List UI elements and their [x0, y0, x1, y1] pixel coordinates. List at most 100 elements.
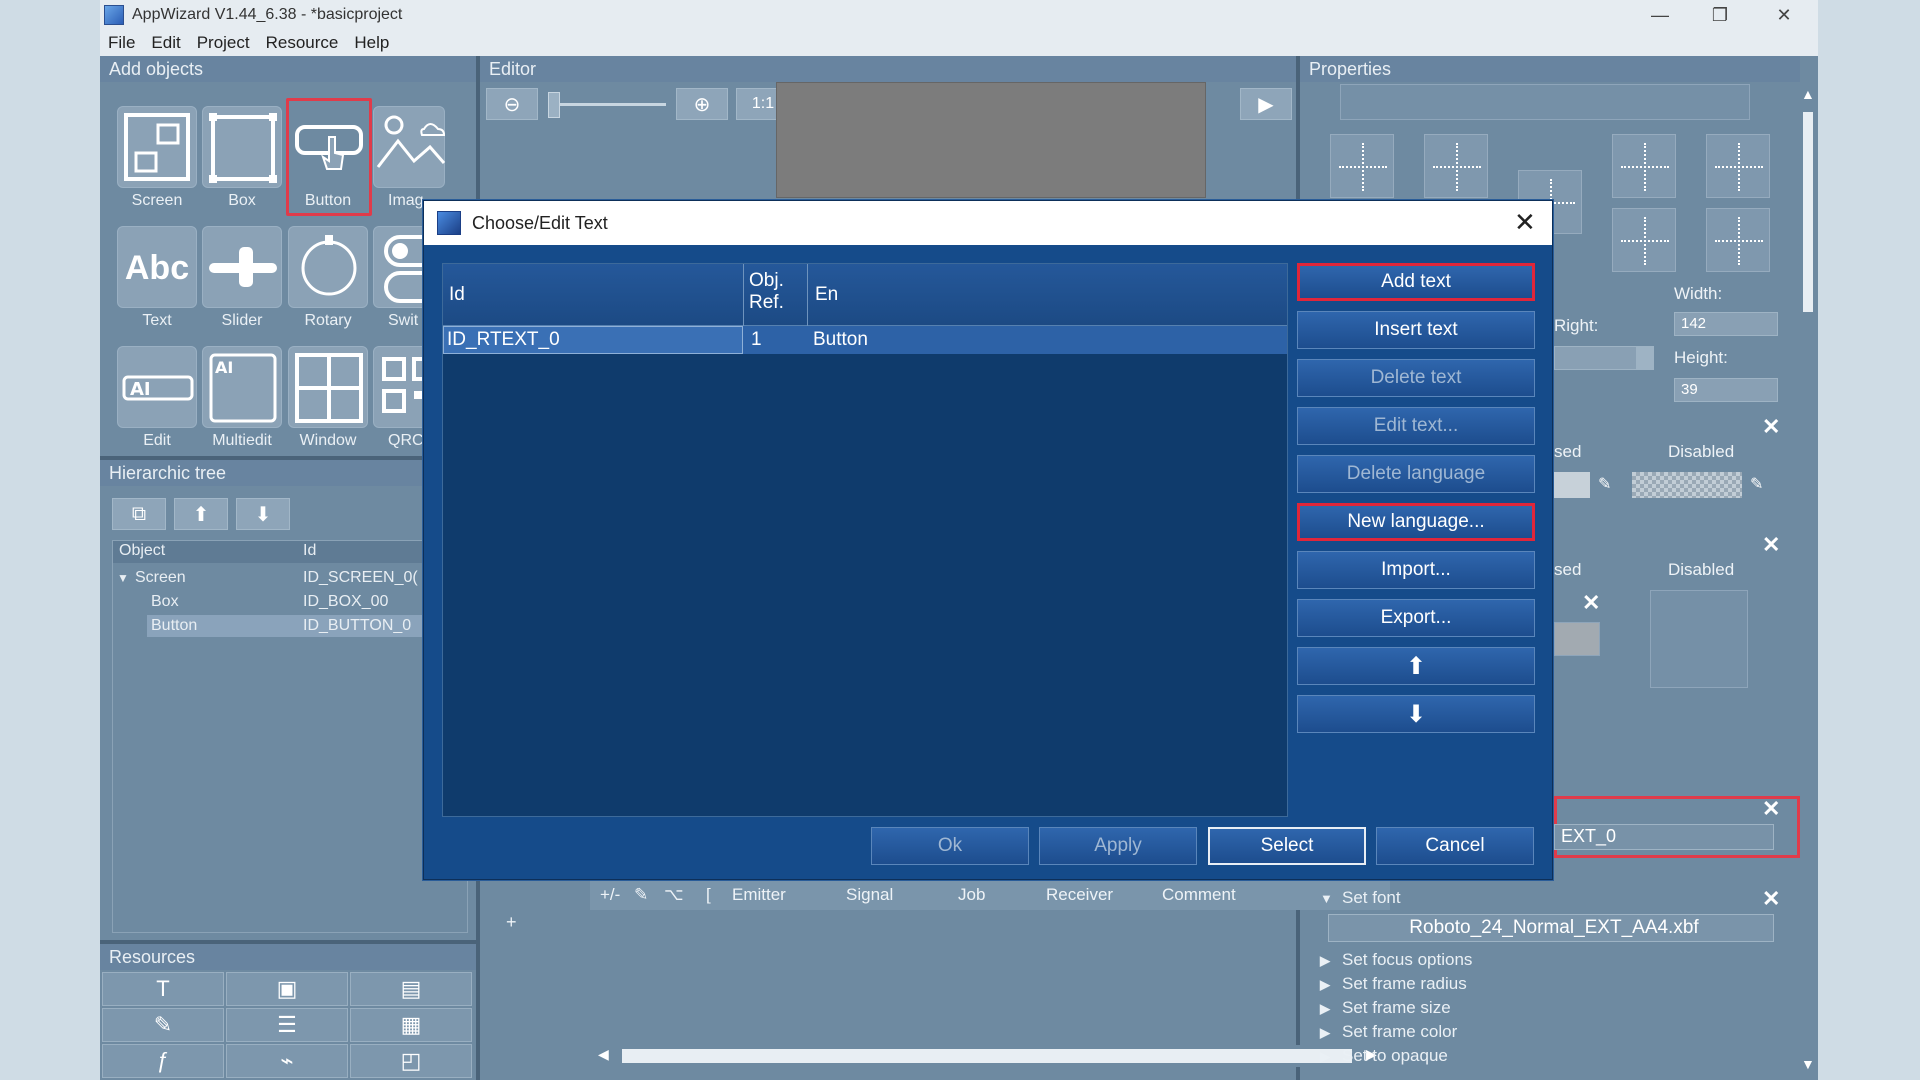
edit-object-tile[interactable]: AI	[117, 346, 197, 428]
cell-objref[interactable]: 1	[751, 329, 762, 351]
horizontal-scrollbar[interactable]: ◀ ▶	[596, 1045, 1386, 1067]
close-window-button[interactable]: ✕	[1754, 0, 1814, 30]
properties-scrollbar[interactable]: ▲ ▼	[1800, 86, 1816, 1080]
edit-text-button[interactable]: Edit text...	[1297, 407, 1535, 445]
delete-language-button[interactable]: Delete language	[1297, 455, 1535, 493]
export-button[interactable]: Export...	[1297, 599, 1535, 637]
align-left-icon[interactable]	[1424, 134, 1488, 198]
restore-button[interactable]: ❐	[1690, 0, 1750, 30]
scroll-left-icon[interactable]: ◀	[598, 1046, 609, 1063]
text-resource-button[interactable]: ✎	[102, 1008, 224, 1042]
expand-triangle-icon[interactable]: ▼	[117, 571, 129, 585]
screen-object-tile[interactable]	[117, 106, 197, 188]
align-bottom-icon[interactable]	[1706, 134, 1770, 198]
text-id-input[interactable]: EXT_0	[1554, 824, 1774, 850]
set-font-section[interactable]: ▼ Set font	[1320, 888, 1401, 908]
eyedropper-icon[interactable]: ✎	[1750, 474, 1763, 494]
menu-project[interactable]: Project	[197, 30, 250, 56]
insert-text-button[interactable]: Insert text	[1297, 311, 1535, 349]
duplicate-button[interactable]: ⧉	[112, 498, 166, 530]
collapsed-property[interactable]: ▶ Set focus options	[1320, 950, 1472, 970]
right-input[interactable]	[1554, 346, 1654, 370]
play-button[interactable]: ▶	[1240, 88, 1292, 120]
zoom-slider[interactable]	[548, 103, 666, 106]
height-input[interactable]: 39	[1674, 378, 1778, 402]
column-separator	[743, 264, 744, 326]
remove-image-icon[interactable]: ✕	[1582, 590, 1600, 616]
images-resource-button[interactable]: ▣	[226, 972, 348, 1006]
add-interaction-button[interactable]: +	[506, 912, 517, 933]
scroll-thumb[interactable]	[1803, 112, 1813, 312]
cell-en[interactable]: Button	[813, 329, 868, 351]
cancel-button[interactable]: Cancel	[1376, 827, 1534, 865]
branch-icon[interactable]: ⌥	[664, 885, 684, 905]
apply-button[interactable]: Apply	[1039, 827, 1197, 865]
remove-property-icon[interactable]: ✕	[1762, 796, 1780, 822]
movies-resource-button[interactable]: ▤	[350, 972, 472, 1006]
zoom-in-button[interactable]: ⊕	[676, 88, 728, 120]
align-fill-icon[interactable]	[1706, 208, 1770, 272]
edit-pencil-icon[interactable]: ✎	[634, 885, 648, 905]
minimize-button[interactable]: —	[1630, 0, 1690, 30]
move-up-button[interactable]: ⬆	[174, 498, 228, 530]
scroll-thumb[interactable]	[622, 1049, 1352, 1063]
plusminus-button[interactable]: +/-	[600, 885, 620, 905]
tree-row-object[interactable]: Box	[151, 593, 179, 611]
image-preview[interactable]	[1554, 622, 1600, 656]
collapsed-property[interactable]: ▶ Set frame size	[1320, 998, 1451, 1018]
menu-help[interactable]: Help	[354, 30, 389, 56]
zoom-out-button[interactable]: ⊖	[486, 88, 538, 120]
menu-edit[interactable]: Edit	[151, 30, 180, 56]
font-value-field[interactable]: Roboto_24_Normal_EXT_AA4.xbf	[1328, 914, 1774, 942]
tree-row-object[interactable]: Screen	[135, 569, 186, 587]
zoom-slider-handle[interactable]	[548, 92, 560, 118]
menu-resource[interactable]: Resource	[266, 30, 339, 56]
shapes-resource-button[interactable]: ◰	[350, 1044, 472, 1078]
table-row[interactable]: ID_RTEXT_0 1 Button	[443, 326, 1287, 354]
window-object-tile[interactable]	[288, 346, 368, 428]
align-center-icon[interactable]	[1330, 134, 1394, 198]
fonts-resource-button[interactable]: T	[102, 972, 224, 1006]
rotary-object-tile[interactable]	[288, 226, 368, 308]
ok-button[interactable]: Ok	[871, 827, 1029, 865]
cell-id[interactable]: ID_RTEXT_0	[447, 329, 560, 351]
slider-object-tile[interactable]	[202, 226, 282, 308]
tree-row-object[interactable]: Button	[151, 617, 197, 635]
scroll-up-icon[interactable]: ▲	[1801, 86, 1815, 102]
move-up-button[interactable]: ⬆	[1297, 647, 1535, 685]
scroll-down-icon[interactable]: ▼	[1801, 1056, 1815, 1072]
color-swatch[interactable]	[1554, 472, 1590, 498]
text-icon: Abc	[124, 249, 190, 287]
align-middle-icon[interactable]	[1612, 208, 1676, 272]
add-text-button[interactable]: Add text	[1297, 263, 1535, 301]
multiedit-object-tile[interactable]: AI	[202, 346, 282, 428]
eyedropper-icon[interactable]: ✎	[1598, 474, 1611, 494]
remove-property-icon[interactable]: ✕	[1762, 886, 1780, 912]
image-slot[interactable]	[1650, 590, 1748, 688]
collapsed-property[interactable]: ▶ Set to opaque	[1320, 1046, 1448, 1066]
editor-canvas[interactable]	[776, 82, 1206, 198]
transparent-color-swatch[interactable]	[1632, 472, 1742, 498]
function-resource-button[interactable]: ƒ	[102, 1044, 224, 1078]
text-object-tile[interactable]: Abc	[117, 226, 197, 308]
remove-property-icon[interactable]: ✕	[1762, 414, 1780, 440]
align-top-icon[interactable]	[1612, 134, 1676, 198]
import-button[interactable]: Import...	[1297, 551, 1535, 589]
graph-resource-button[interactable]: ⌁	[226, 1044, 348, 1078]
table-resource-button[interactable]: ▦	[350, 1008, 472, 1042]
editor-header: Editor	[480, 56, 1296, 82]
width-input[interactable]: 142	[1674, 312, 1778, 336]
delete-text-button[interactable]: Delete text	[1297, 359, 1535, 397]
select-button[interactable]: Select	[1208, 827, 1366, 865]
variables-resource-button[interactable]: ☰	[226, 1008, 348, 1042]
move-down-button[interactable]: ⬇	[1297, 695, 1535, 733]
menu-file[interactable]: File	[108, 30, 135, 56]
collapsed-property[interactable]: ▶ Set frame radius	[1320, 974, 1467, 994]
move-down-button[interactable]: ⬇	[236, 498, 290, 530]
remove-property-icon[interactable]: ✕	[1762, 532, 1780, 558]
image-object-tile[interactable]	[373, 106, 446, 188]
collapsed-property[interactable]: ▶ Set frame color	[1320, 1022, 1457, 1042]
dialog-close-button[interactable]: ✕	[1514, 207, 1536, 238]
box-object-tile[interactable]	[202, 106, 282, 188]
new-language-button[interactable]: New language...	[1297, 503, 1535, 541]
